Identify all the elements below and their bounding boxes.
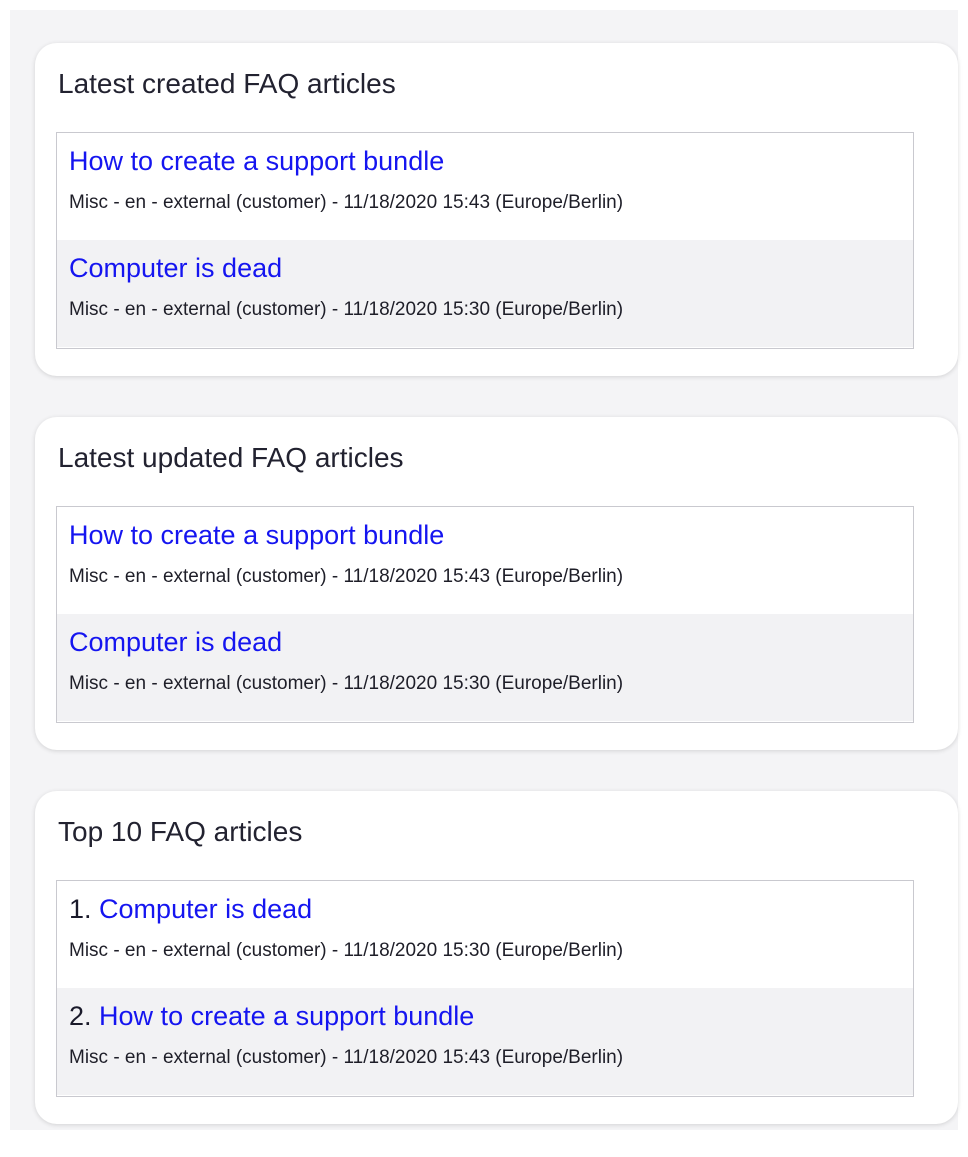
faq-article-list: How to create a support bundle Misc - en… — [56, 506, 914, 723]
faq-article-item: How to create a support bundle Misc - en… — [57, 133, 913, 240]
faq-article-heading: 2. How to create a support bundle — [69, 999, 913, 1037]
faq-article-heading: Computer is dead — [69, 625, 913, 663]
faq-article-meta: Misc - en - external (customer) - 11/18/… — [69, 673, 624, 694]
faq-article-meta: Misc - en - external (customer) - 11/18/… — [69, 192, 624, 213]
faq-article-link[interactable]: Computer is dead — [69, 627, 282, 657]
faq-article-heading: How to create a support bundle — [69, 144, 913, 182]
faq-article-heading: 1. Computer is dead — [69, 892, 913, 930]
faq-article-rank: 2. — [69, 1001, 92, 1031]
faq-article-item: 2. How to create a support bundle Misc -… — [57, 988, 913, 1095]
widget-title: Latest created FAQ articles — [58, 68, 396, 99]
widget-title: Top 10 FAQ articles — [58, 816, 303, 847]
faq-article-item: How to create a support bundle Misc - en… — [57, 507, 913, 614]
latest-updated-faq-widget: Latest updated FAQ articles How to creat… — [35, 417, 958, 750]
faq-article-meta: Misc - en - external (customer) - 11/18/… — [69, 299, 624, 320]
faq-article-item: 1. Computer is dead Misc - en - external… — [57, 881, 913, 988]
faq-article-list: How to create a support bundle Misc - en… — [56, 132, 914, 349]
faq-article-item: Computer is dead Misc - en - external (c… — [57, 614, 913, 721]
top-10-faq-widget: Top 10 FAQ articles 1. Computer is dead … — [35, 791, 958, 1124]
faq-article-meta: Misc - en - external (customer) - 11/18/… — [69, 566, 624, 587]
faq-article-link[interactable]: How to create a support bundle — [69, 520, 444, 550]
faq-article-link[interactable]: How to create a support bundle — [69, 146, 444, 176]
widget-title: Latest updated FAQ articles — [58, 442, 404, 473]
faq-article-heading: Computer is dead — [69, 251, 913, 289]
latest-created-faq-widget: Latest created FAQ articles How to creat… — [35, 43, 958, 376]
faq-article-item: Computer is dead Misc - en - external (c… — [57, 240, 913, 347]
faq-article-rank: 1. — [69, 894, 92, 924]
faq-article-meta: Misc - en - external (customer) - 11/18/… — [69, 940, 624, 961]
faq-article-link[interactable]: Computer is dead — [69, 253, 282, 283]
faq-article-list: 1. Computer is dead Misc - en - external… — [56, 880, 914, 1097]
faq-article-link[interactable]: Computer is dead — [99, 894, 312, 924]
faq-article-meta: Misc - en - external (customer) - 11/18/… — [69, 1047, 624, 1068]
faq-article-heading: How to create a support bundle — [69, 518, 913, 556]
faq-article-link[interactable]: How to create a support bundle — [99, 1001, 474, 1031]
